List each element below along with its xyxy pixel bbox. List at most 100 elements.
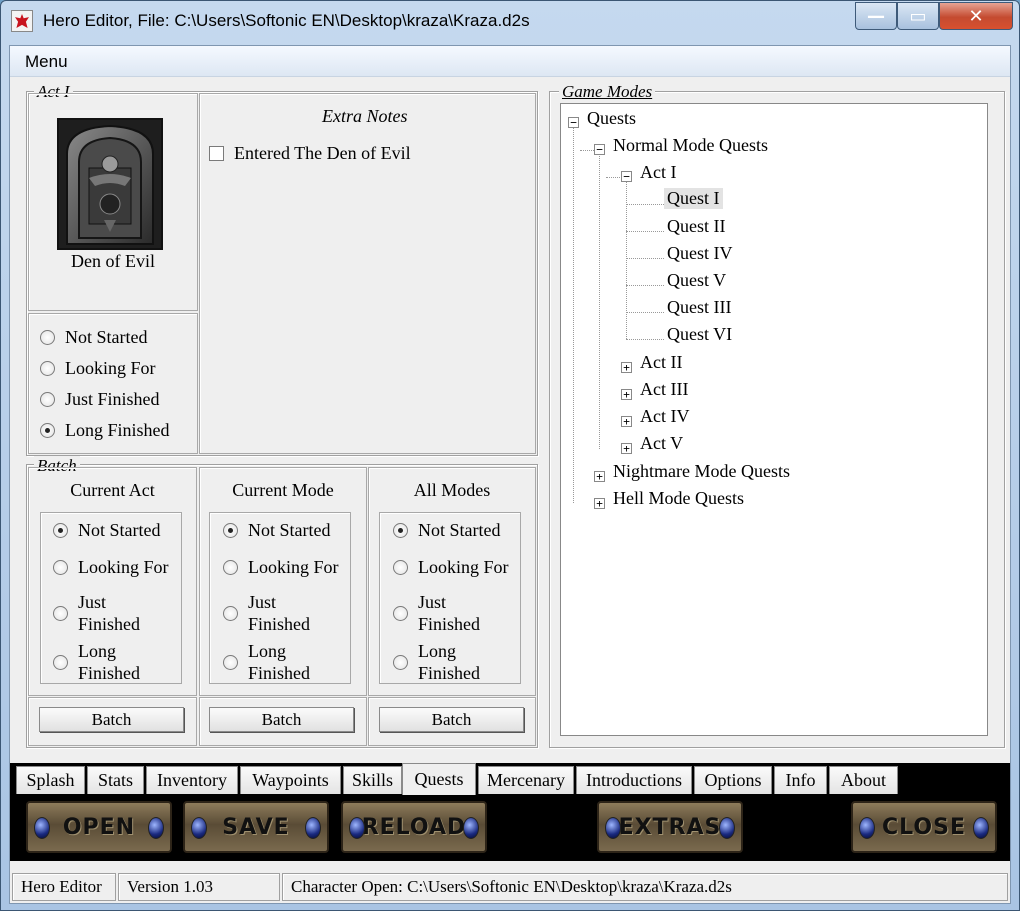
tree-node-hell-mode[interactable]: Hell Mode Quests (613, 488, 744, 509)
tab-options[interactable]: Options (694, 766, 772, 794)
expand-icon[interactable]: + (621, 362, 632, 373)
batch-all-long-finished[interactable]: Long Finished (393, 637, 521, 687)
batch-all-modes-button[interactable]: Batch (379, 707, 524, 732)
tab-info[interactable]: Info (774, 766, 827, 794)
tab-inventory[interactable]: Inventory (146, 766, 238, 794)
batch-act-not-started[interactable]: Not Started (53, 515, 181, 545)
state-looking-for[interactable]: Looking For (40, 353, 190, 384)
tree-line (626, 258, 664, 259)
collapse-icon[interactable]: − (594, 144, 605, 155)
tree-line (626, 231, 664, 232)
menu-item-menu[interactable]: Menu (25, 52, 68, 72)
radio-icon[interactable] (223, 605, 238, 621)
tree-line (606, 177, 620, 178)
extras-button[interactable]: EXTRAS (597, 801, 743, 853)
tree-node-act-i[interactable]: Act I (640, 162, 676, 183)
tab-stats[interactable]: Stats (87, 766, 144, 794)
state-long-finished[interactable]: Long Finished (40, 415, 190, 446)
tree-node-act-v[interactable]: Act V (640, 433, 683, 454)
radio-icon[interactable] (393, 559, 408, 575)
gem-icon (859, 817, 875, 839)
tab-quests[interactable]: Quests (402, 763, 476, 795)
tree-node-quest[interactable]: Quest VI (667, 324, 732, 345)
batch-all-not-started[interactable]: Not Started (393, 515, 521, 545)
tree-node-quests[interactable]: Quests (587, 108, 636, 129)
tab-introductions[interactable]: Introductions (576, 766, 692, 794)
radio-selected-icon[interactable] (223, 522, 238, 538)
tree-node-quest-selected[interactable]: Quest I (664, 188, 723, 209)
close-button[interactable]: CLOSE (851, 801, 997, 853)
tab-strip: Splash Stats Inventory Waypoints Skills … (10, 763, 1010, 795)
batch-current-mode-button[interactable]: Batch (209, 707, 354, 732)
expand-icon[interactable]: + (594, 498, 605, 509)
batch-current-act-button[interactable]: Batch (39, 707, 184, 732)
radio-icon[interactable] (40, 361, 55, 376)
radio-icon[interactable] (53, 654, 68, 670)
tree-line (626, 312, 664, 313)
save-button[interactable]: SAVE (183, 801, 329, 853)
gem-icon (148, 817, 164, 839)
collapse-icon[interactable]: − (621, 171, 632, 182)
batch-mode-not-started[interactable]: Not Started (223, 515, 351, 545)
tree-node-normal-mode[interactable]: Normal Mode Quests (613, 135, 768, 156)
radio-icon[interactable] (393, 654, 408, 670)
tab-about[interactable]: About (829, 766, 898, 794)
radio-icon[interactable] (40, 330, 55, 345)
extra-note-checkbox-row[interactable]: Entered The Den of Evil (209, 143, 411, 164)
open-button[interactable]: OPEN (26, 801, 172, 853)
status-message: Character Open: C:\Users\Softonic EN\Des… (282, 873, 1008, 901)
extra-note-checkbox[interactable] (209, 146, 224, 161)
radio-selected-icon[interactable] (40, 423, 55, 438)
tab-mercenary[interactable]: Mercenary (478, 766, 574, 794)
expand-icon[interactable]: + (621, 443, 632, 454)
batch-all-looking-for[interactable]: Looking For (393, 545, 521, 589)
tree-node-nightmare-mode[interactable]: Nightmare Mode Quests (613, 461, 790, 482)
tree-node-quest[interactable]: Quest IV (667, 243, 733, 264)
batch-current-mode-radio-list: Not Started Looking For Just Finished Lo… (223, 515, 351, 687)
state-just-finished[interactable]: Just Finished (40, 384, 190, 415)
tab-skills[interactable]: Skills (343, 766, 402, 794)
gem-icon (463, 817, 479, 839)
batch-all-just-finished[interactable]: Just Finished (393, 589, 521, 637)
radio-icon[interactable] (53, 559, 68, 575)
batch-mode-just-finished[interactable]: Just Finished (223, 589, 351, 637)
status-version: Version 1.03 (118, 873, 280, 901)
batch-act-looking-for[interactable]: Looking For (53, 545, 181, 589)
radio-icon[interactable] (393, 605, 408, 621)
batch-act-long-finished[interactable]: Long Finished (53, 637, 181, 687)
action-toolbar: OPEN SAVE RELOAD EXTRAS CLOSE (10, 795, 1010, 861)
tab-waypoints[interactable]: Waypoints (240, 766, 341, 794)
state-not-started[interactable]: Not Started (40, 322, 190, 353)
tree-node-quest[interactable]: Quest II (667, 216, 725, 237)
quest-name: Den of Evil (71, 251, 155, 271)
radio-icon[interactable] (53, 605, 68, 621)
collapse-icon[interactable]: − (568, 117, 579, 128)
close-window-button[interactable]: ✕ (939, 2, 1013, 30)
tree-node-act-ii[interactable]: Act II (640, 352, 682, 373)
radio-icon[interactable] (223, 559, 238, 575)
expand-icon[interactable]: + (621, 416, 632, 427)
batch-mode-long-finished[interactable]: Long Finished (223, 637, 351, 687)
tab-splash[interactable]: Splash (16, 766, 85, 794)
reload-button[interactable]: RELOAD (341, 801, 487, 853)
minimize-button[interactable]: — (855, 2, 897, 30)
status-bar: Hero Editor Version 1.03 Character Open:… (10, 869, 1010, 903)
maximize-button[interactable]: ▭ (897, 2, 939, 30)
quest-state-group: Not Started Looking For Just Finished Lo… (40, 322, 190, 446)
batch-mode-looking-for[interactable]: Looking For (223, 545, 351, 589)
radio-icon[interactable] (223, 654, 238, 670)
expand-icon[interactable]: + (621, 389, 632, 400)
radio-selected-icon[interactable] (53, 522, 68, 538)
tree-node-quest[interactable]: Quest V (667, 270, 726, 291)
expand-icon[interactable]: + (594, 471, 605, 482)
window-title: Hero Editor, File: C:\Users\Softonic EN\… (43, 11, 530, 30)
radio-icon[interactable] (40, 392, 55, 407)
extra-note-label: Entered The Den of Evil (234, 143, 411, 163)
menu-bar: Menu (10, 46, 1010, 77)
tree-node-act-iv[interactable]: Act IV (640, 406, 689, 427)
quest-tree[interactable]: − Quests − Normal Mode Quests − Act I Qu… (560, 103, 988, 736)
tree-node-quest[interactable]: Quest III (667, 297, 731, 318)
batch-act-just-finished[interactable]: Just Finished (53, 589, 181, 637)
radio-selected-icon[interactable] (393, 522, 408, 538)
tree-node-act-iii[interactable]: Act III (640, 379, 688, 400)
